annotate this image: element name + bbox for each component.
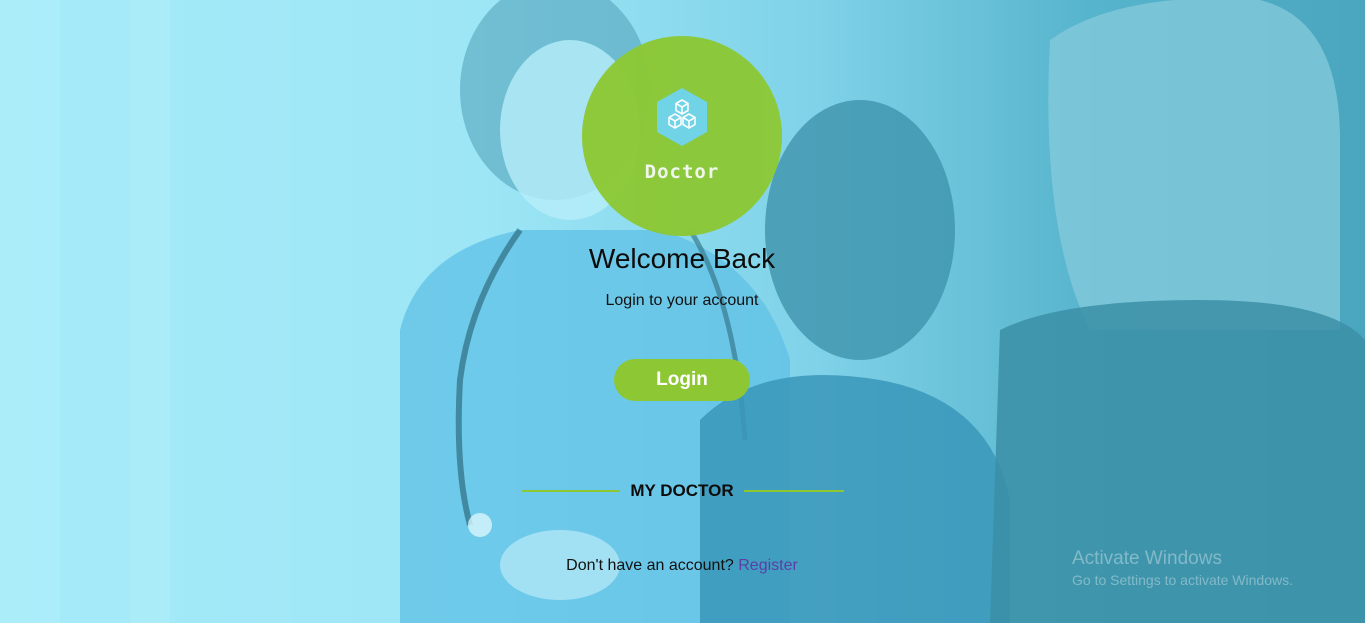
watermark-title: Activate Windows [1072, 548, 1222, 569]
register-link[interactable]: Register [738, 557, 798, 574]
login-button[interactable]: Login [614, 359, 750, 401]
login-page: Doctor Welcome Back Login to your accoun… [0, 0, 1365, 623]
divider-line-right [744, 490, 844, 492]
login-panel: Doctor Welcome Back Login to your accoun… [0, 0, 1365, 623]
divider-label: MY DOCTOR [630, 481, 734, 500]
activate-windows-watermark: Activate Windows Go to Settings to activ… [1072, 548, 1293, 588]
page-title: Welcome Back [588, 243, 776, 274]
divider-line-left [522, 490, 620, 492]
logo: Doctor [582, 36, 782, 236]
cubes-hexagon-icon [657, 88, 707, 146]
register-prompt: Don't have an account? Register [482, 557, 882, 575]
watermark-subtitle: Go to Settings to activate Windows. [1072, 572, 1293, 588]
register-prompt-text: Don't have an account? [566, 557, 734, 574]
logo-text: Doctor [644, 161, 720, 183]
page-subtitle: Login to your account [605, 292, 759, 309]
